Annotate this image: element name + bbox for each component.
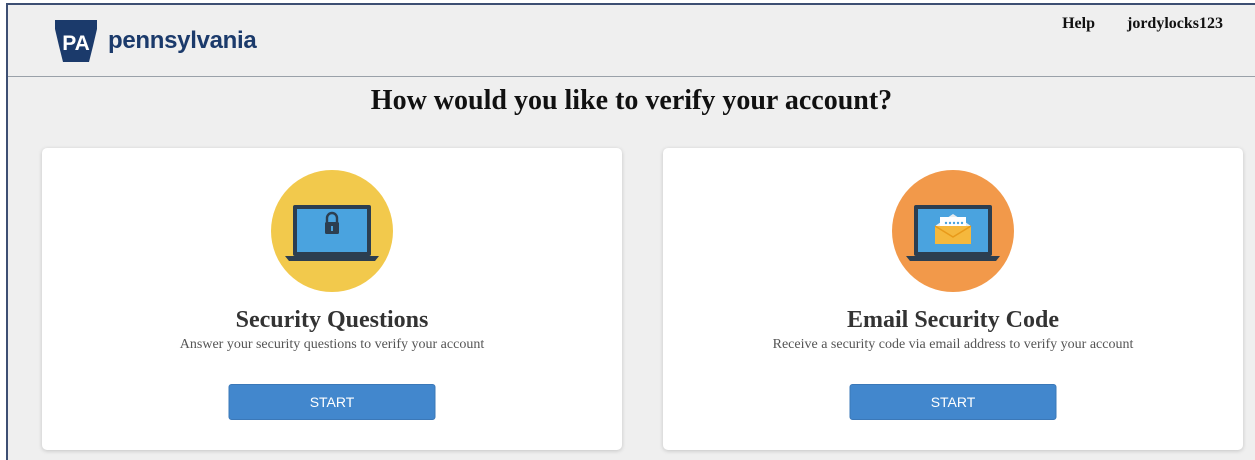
svg-text:PA: PA bbox=[62, 32, 90, 55]
logo-text: pennsylvania bbox=[108, 27, 257, 54]
pennsylvania-logo[interactable]: PA pennsylvania bbox=[52, 16, 257, 64]
site-header: PA pennsylvania Help jordylocks123 bbox=[8, 5, 1255, 77]
security-questions-card: Security Questions Answer your security … bbox=[42, 148, 622, 450]
email-security-code-card: Email Security Code Receive a security c… bbox=[663, 148, 1243, 450]
laptop-lock-icon bbox=[271, 170, 393, 292]
email-security-code-start-button[interactable]: START bbox=[849, 384, 1057, 420]
help-link[interactable]: Help bbox=[1062, 15, 1095, 33]
page-title: How would you like to verify your accoun… bbox=[370, 85, 893, 116]
header-nav: Help jordylocks123 bbox=[1062, 15, 1223, 33]
username-link[interactable]: jordylocks123 bbox=[1127, 15, 1223, 33]
option-description: Receive a security code via email addres… bbox=[772, 337, 1134, 352]
option-title: Email Security Code bbox=[847, 307, 1059, 333]
app-frame: PA pennsylvania Help jordylocks123 How w… bbox=[6, 3, 1255, 460]
laptop-email-icon bbox=[892, 170, 1014, 292]
keystone-icon: PA bbox=[55, 20, 97, 62]
security-questions-start-button[interactable]: START bbox=[228, 384, 436, 420]
option-description: Answer your security questions to verify… bbox=[179, 337, 485, 352]
option-title: Security Questions bbox=[235, 307, 429, 333]
